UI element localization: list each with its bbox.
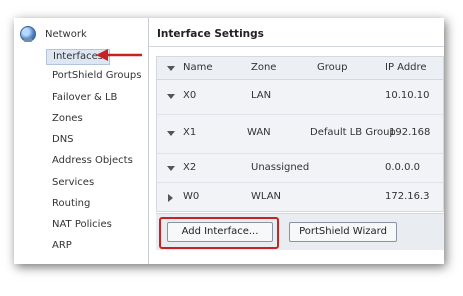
title-divider xyxy=(149,46,444,47)
row-zone: LAN xyxy=(251,90,272,101)
interface-table: Name Zone Group IP Addre X0 LAN 10.10.10… xyxy=(156,56,444,212)
row-ip: 0.0.0.0 xyxy=(385,162,420,173)
row-group: Default LB Group xyxy=(310,127,396,138)
nav-root-label: Network xyxy=(45,28,87,40)
globe-network-icon xyxy=(20,26,36,42)
table-header: Name Zone Group IP Addre xyxy=(157,57,443,80)
row-name: X2 xyxy=(183,162,197,173)
expand-all-icon[interactable] xyxy=(167,66,175,71)
sidebar: Network Interfaces PortShield Groups Fai… xyxy=(14,18,149,264)
table-row[interactable]: X1 WAN Default LB Group 192.168 xyxy=(157,115,443,152)
column-header-group[interactable]: Group xyxy=(317,62,347,73)
row-ip: 10.10.10 xyxy=(385,90,430,101)
row-ip: 172.16.3 xyxy=(385,191,430,202)
column-header-name[interactable]: Name xyxy=(183,62,213,73)
sidebar-item-portshield-groups[interactable]: PortShield Groups xyxy=(52,69,141,83)
row-zone: Unassigned xyxy=(251,162,310,173)
table-row[interactable]: X0 LAN 10.10.10 xyxy=(157,80,443,113)
portshield-wizard-button[interactable]: PortShield Wizard xyxy=(289,222,397,242)
table-row[interactable]: W0 WLAN 172.16.3 xyxy=(157,183,443,210)
column-header-zone[interactable]: Zone xyxy=(251,62,276,73)
sidebar-item-services[interactable]: Services xyxy=(52,176,94,190)
button-bar: Add Interface... PortShield Wizard xyxy=(156,213,444,250)
sidebar-item-zones[interactable]: Zones xyxy=(52,112,83,126)
expand-row-icon[interactable] xyxy=(167,94,175,99)
sidebar-item-failover-lb[interactable]: Failover & LB xyxy=(52,91,117,105)
collapse-row-icon[interactable] xyxy=(168,194,173,202)
table-row[interactable]: X2 Unassigned 0.0.0.0 xyxy=(157,154,443,181)
sidebar-item-arp[interactable]: ARP xyxy=(52,239,72,253)
nav-root-network[interactable]: Network xyxy=(20,26,87,42)
main-panel: Interface Settings Name Zone Group IP Ad… xyxy=(149,18,444,264)
row-ip: 192.168 xyxy=(389,127,431,138)
row-name: X0 xyxy=(183,90,197,101)
row-name: W0 xyxy=(183,191,200,202)
app-window: Network Interfaces PortShield Groups Fai… xyxy=(14,18,444,264)
row-name: X1 xyxy=(183,127,197,138)
row-zone: WAN xyxy=(247,127,271,138)
sidebar-item-routing[interactable]: Routing xyxy=(52,197,90,211)
sidebar-item-nat-policies[interactable]: NAT Policies xyxy=(52,218,112,232)
row-zone: WLAN xyxy=(251,191,282,202)
expand-row-icon[interactable] xyxy=(167,166,175,171)
column-header-ip-address[interactable]: IP Addre xyxy=(385,62,427,73)
add-interface-button[interactable]: Add Interface... xyxy=(167,222,273,242)
expand-row-icon[interactable] xyxy=(167,131,175,136)
page-title: Interface Settings xyxy=(157,28,264,40)
red-arrow-icon xyxy=(96,49,142,61)
sidebar-item-dns[interactable]: DNS xyxy=(52,133,74,147)
sidebar-item-address-objects[interactable]: Address Objects xyxy=(52,154,133,168)
